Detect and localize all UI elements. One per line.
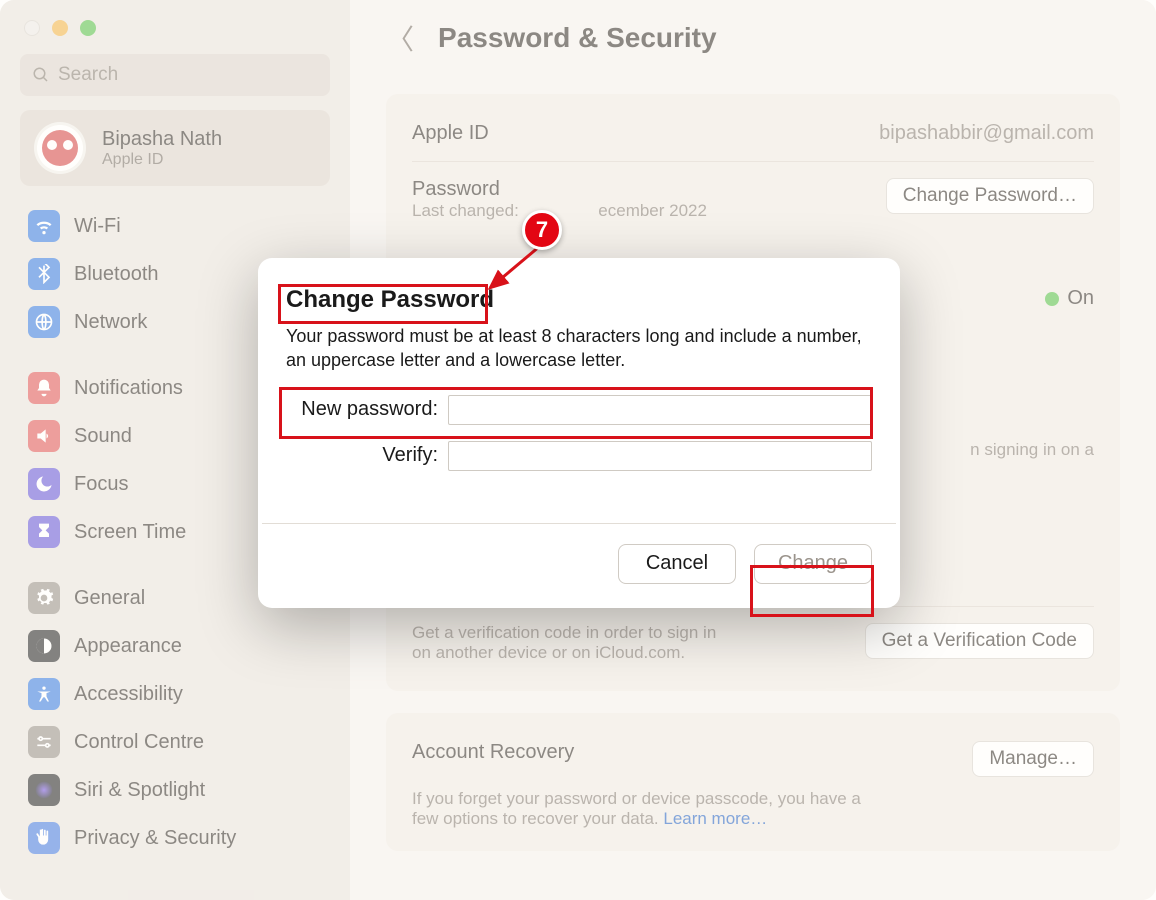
panel-recovery: Account Recovery Manage… If you forget y… — [386, 713, 1120, 851]
bell-icon — [28, 372, 60, 404]
sidebar-item-accessibility[interactable]: Accessibility — [20, 670, 330, 718]
user-card[interactable]: Bipasha Nath Apple ID — [20, 110, 330, 186]
change-button[interactable]: Change — [754, 544, 872, 584]
get-verification-code-button[interactable]: Get a Verification Code — [865, 623, 1094, 659]
verification-desc-l1: Get a verification code in order to sign… — [412, 623, 716, 643]
hand-icon — [28, 822, 60, 854]
search-placeholder: Search — [58, 64, 118, 86]
sidebar-item-label: Screen Time — [74, 521, 186, 544]
sidebar-item-label: General — [74, 587, 145, 610]
moon-icon — [28, 468, 60, 500]
annotation-badge: 7 — [522, 210, 562, 250]
sidebar-item-label: Siri & Spotlight — [74, 779, 205, 802]
signin-hint-fragment: n signing in on a — [970, 440, 1094, 460]
sidebar-item-siri[interactable]: Siri & Spotlight — [20, 766, 330, 814]
cancel-button[interactable]: Cancel — [618, 544, 736, 584]
search-input-wrapper[interactable]: Search — [20, 54, 330, 96]
close-window-icon[interactable] — [24, 20, 40, 36]
new-password-row: New password: — [286, 395, 872, 425]
change-password-button[interactable]: Change Password… — [886, 178, 1094, 214]
search-icon — [32, 66, 50, 84]
sidebar-item-label: Appearance — [74, 635, 182, 658]
sidebar-item-label: Accessibility — [74, 683, 183, 706]
control-icon — [28, 726, 60, 758]
recovery-desc-l2: few options to recover your data. — [412, 809, 663, 828]
verification-desc-l2: on another device or on iCloud.com. — [412, 643, 716, 663]
password-last-changed-suffix: ecember 2022 — [598, 201, 707, 220]
sidebar-item-label: Privacy & Security — [74, 827, 236, 850]
apple-id-value: bipashabbir@gmail.com — [879, 122, 1094, 145]
window-controls — [14, 14, 336, 54]
sidebar-item-label: Bluetooth — [74, 263, 159, 286]
siri-icon — [28, 774, 60, 806]
avatar — [34, 122, 86, 174]
minimize-window-icon[interactable] — [52, 20, 68, 36]
modal-hint: Your password must be at least 8 charact… — [286, 324, 872, 373]
recovery-desc-l1: If you forget your password or device pa… — [412, 789, 861, 808]
accessibility-icon — [28, 678, 60, 710]
user-subtitle: Apple ID — [102, 151, 222, 169]
status-dot-icon — [1045, 292, 1059, 306]
wifi-icon — [28, 210, 60, 242]
sidebar-item-wifi[interactable]: Wi-Fi — [20, 202, 330, 250]
new-password-label: New password: — [286, 398, 448, 421]
back-chevron-icon[interactable]: 〈 — [386, 18, 414, 58]
sidebar-item-label: Notifications — [74, 377, 183, 400]
hourglass-icon — [28, 516, 60, 548]
verify-row: Verify: — [286, 441, 872, 471]
network-icon — [28, 306, 60, 338]
password-label: Password — [412, 178, 707, 201]
manage-button[interactable]: Manage… — [972, 741, 1094, 777]
status-on: On — [1045, 287, 1094, 310]
recovery-title: Account Recovery — [412, 741, 574, 764]
verify-input[interactable] — [448, 441, 872, 471]
modal-title: Change Password — [286, 286, 494, 314]
sidebar-item-label: Focus — [74, 473, 128, 496]
user-name: Bipasha Nath — [102, 128, 222, 151]
appearance-icon — [28, 630, 60, 662]
sidebar-item-control[interactable]: Control Centre — [20, 718, 330, 766]
maximize-window-icon[interactable] — [80, 20, 96, 36]
sidebar-item-appearance[interactable]: Appearance — [20, 622, 330, 670]
page-title: Password & Security — [438, 22, 717, 54]
sidebar-item-label: Network — [74, 311, 147, 334]
learn-more-link[interactable]: Learn more… — [663, 809, 767, 828]
sound-icon — [28, 420, 60, 452]
sidebar-item-label: Control Centre — [74, 731, 204, 754]
password-last-changed-prefix: Last changed: — [412, 201, 519, 220]
sidebar-item-hand[interactable]: Privacy & Security — [20, 814, 330, 862]
header: 〈 Password & Security — [386, 18, 1120, 58]
new-password-input[interactable] — [448, 395, 872, 425]
change-password-modal: Change Password Your password must be at… — [258, 258, 900, 608]
sidebar-item-label: Sound — [74, 425, 132, 448]
gear-icon — [28, 582, 60, 614]
apple-id-label: Apple ID — [412, 122, 489, 145]
bluetooth-icon — [28, 258, 60, 290]
sidebar-item-label: Wi-Fi — [74, 215, 121, 238]
verify-label: Verify: — [286, 444, 448, 467]
